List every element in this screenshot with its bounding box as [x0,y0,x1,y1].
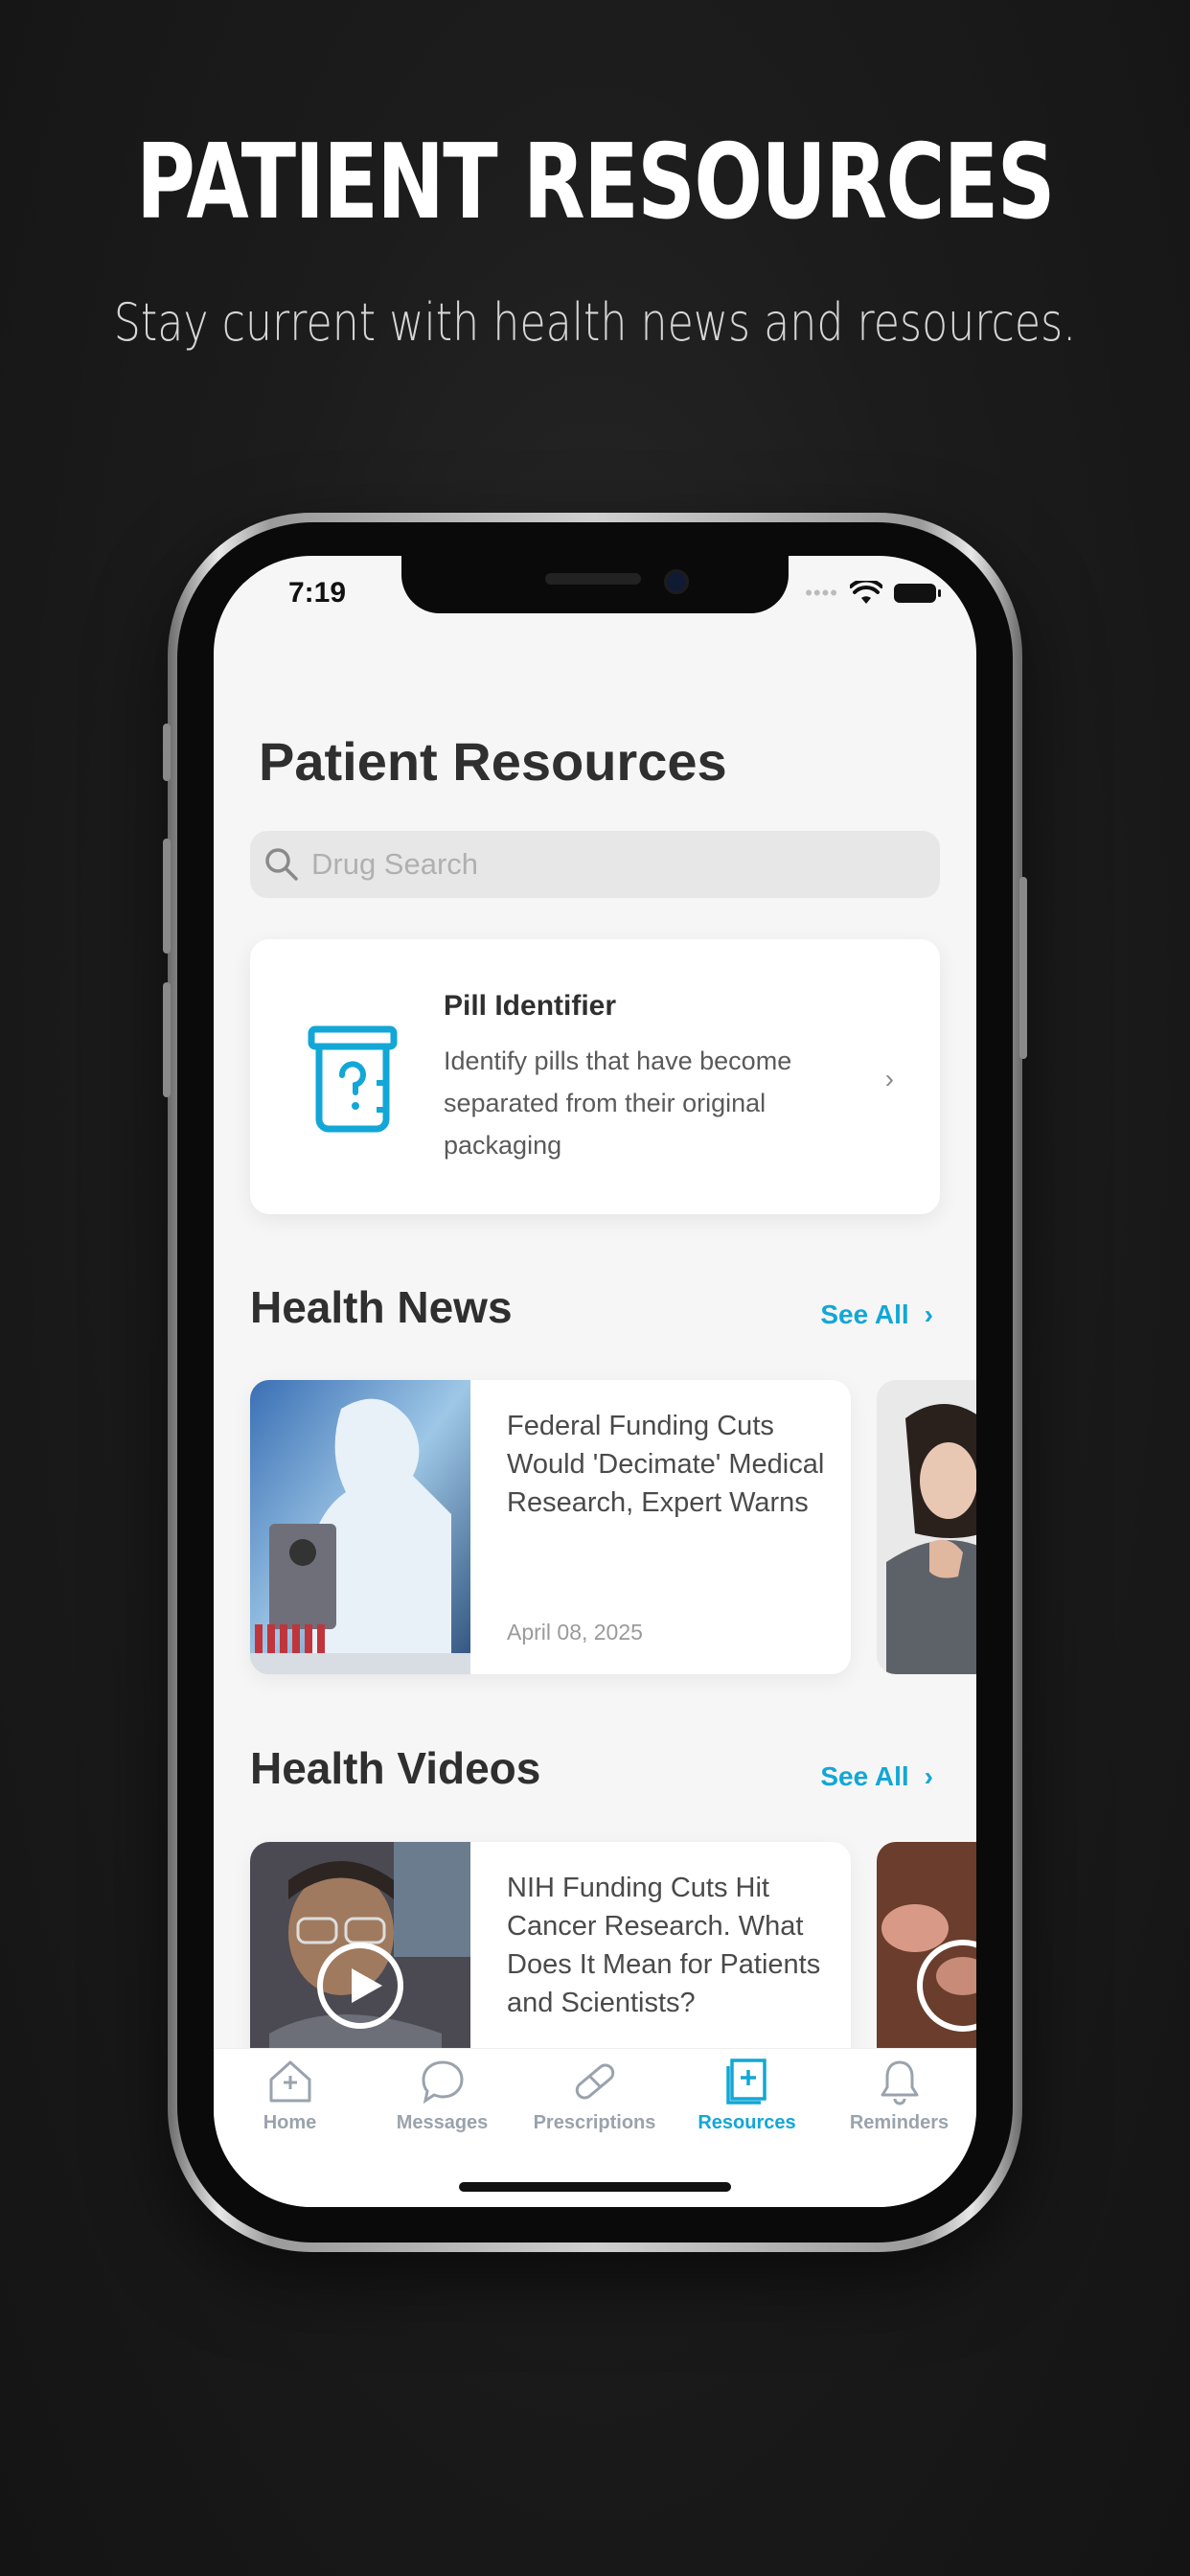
promo-title: PATIENT RESOURCES [136,123,1055,242]
search-icon [265,848,298,881]
status-time: 7:19 [288,577,347,609]
tab-label: Messages [396,2112,489,2133]
tab-reminders[interactable]: Reminders [823,2057,975,2134]
phone-volume-up-button [163,839,171,954]
health-news-title: Health News [250,1282,513,1332]
tab-label: Prescriptions [533,2112,656,2133]
tab-label: Home [263,2112,317,2133]
status-icons: •••• [805,581,941,606]
notch [401,556,789,613]
book-plus-icon [725,2058,767,2104]
drug-search-bar[interactable] [250,831,940,898]
health-videos-title: Health Videos [250,1743,541,1793]
pill-identifier-description: Identify pills that have become separate… [444,1046,792,1160]
chevron-right-icon: › [924,1300,933,1329]
home-indicator [459,2182,731,2192]
promo-subtitle: Stay current with health news and resour… [113,292,1077,353]
pill-bottle-question-icon [308,1025,398,1133]
pill-identifier-card[interactable]: Pill Identifier Identify pills that have… [250,939,940,1214]
phone-power-button [1019,877,1027,1059]
app-screen: 7:19 •••• Patient Resources Pill Identif… [214,556,976,2207]
page-title: Patient Resources [259,731,727,792]
tab-label: Reminders [849,2112,950,2133]
see-all-label: See All [820,1761,909,1791]
news-card[interactable]: Federal Funding Cuts Would 'Decimate' Me… [250,1380,851,1674]
news-card-peek-image[interactable] [877,1380,976,1674]
phone-volume-down-button [163,982,171,1097]
health-news-see-all-button[interactable]: See All › [820,1300,933,1330]
video-card-title: NIH Funding Cuts Hit Cancer Research. Wh… [507,1873,821,2018]
tab-resources[interactable]: Resources [671,2057,823,2134]
pill-identifier-title: Pill Identifier [444,990,617,1022]
bell-icon [881,2060,918,2105]
chevron-right-icon: › [884,1064,894,1093]
news-thumbnail-lab-image [250,1380,470,1674]
chevron-right-icon: › [924,1761,933,1791]
phone-side-button [163,724,171,781]
chat-bubble-icon [421,2060,464,2104]
pill-capsule-icon [575,2063,614,2100]
battery-icon [894,584,941,603]
tab-label: Resources [698,2112,796,2133]
play-button-icon[interactable] [317,1943,403,2029]
news-card-title: Federal Funding Cuts Would 'Decimate' Me… [507,1411,825,1518]
tab-prescriptions[interactable]: Prescriptions [518,2057,671,2134]
wifi-icon [850,581,882,604]
drug-search-input[interactable] [309,846,888,883]
signal-dots-icon: •••• [805,581,838,605]
tab-messages[interactable]: Messages [366,2057,518,2134]
health-videos-see-all-button[interactable]: See All › [820,1761,933,1792]
home-plus-icon [269,2060,310,2103]
tab-home[interactable]: Home [214,2057,366,2134]
news-card-date: April 08, 2025 [507,1620,643,1644]
see-all-label: See All [820,1300,909,1329]
